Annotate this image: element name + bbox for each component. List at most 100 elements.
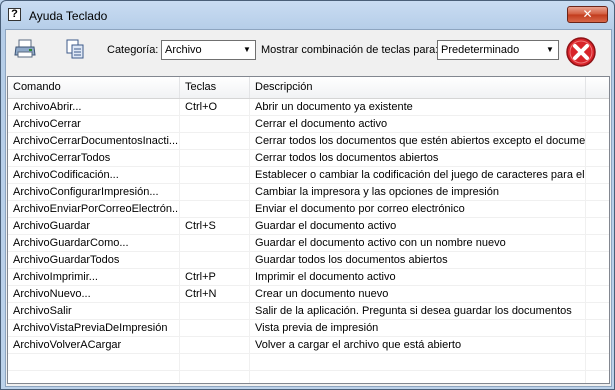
- row-divider: [8, 268, 609, 269]
- title-bar[interactable]: ? Ayuda Teclado ✕: [1, 1, 614, 29]
- keys-cell: [180, 337, 250, 354]
- description-cell: Cambiar la impresora y las opciones de i…: [255, 186, 499, 198]
- column-header-description[interactable]: Descripción: [250, 77, 586, 98]
- description-cell: Guardar el documento activo con un nombr…: [255, 237, 506, 249]
- command-cell: ArchivoCerrarDocumentosInacti...: [13, 135, 179, 147]
- command-cell: ArchivoSalir: [13, 305, 72, 317]
- keys-cell: Ctrl+O: [185, 101, 218, 113]
- copy-icon[interactable]: [62, 37, 88, 61]
- row-divider: [8, 183, 609, 184]
- description-cell: Salir de la aplicación. Pregunta si dese…: [255, 305, 572, 317]
- description-cell: Guardar todos los documentos abiertos: [255, 254, 448, 266]
- row-divider: [8, 115, 609, 116]
- show-combo-select[interactable]: Predeterminado ▼: [437, 40, 559, 60]
- description-cell: Volver a cargar el archivo que está abie…: [255, 339, 462, 351]
- show-combo-label: Mostrar combinación de teclas para:: [261, 44, 439, 56]
- description-cell: Enviar el documento por correo electróni…: [255, 203, 465, 215]
- table-row[interactable]: ArchivoGuardarTodos Guardar todos los doc…: [8, 252, 609, 269]
- command-cell: ArchivoGuardarComo...: [13, 237, 129, 249]
- keys-cell: [180, 303, 250, 320]
- keys-cell: [180, 320, 250, 337]
- keys-cell: [180, 167, 250, 184]
- keys-cell: [180, 116, 250, 133]
- description-cell: Cerrar el documento activo: [255, 118, 388, 130]
- command-cell: ArchivoGuardarTodos: [13, 254, 120, 266]
- row-divider: [8, 353, 609, 354]
- toolbar: Categoría: Archivo ▼ Mostrar combinación…: [6, 30, 611, 70]
- command-cell: ArchivoCerrarTodos: [13, 152, 111, 164]
- table-row[interactable]: ArchivoCerrarDocumentosInacti... Cerrar t…: [8, 133, 609, 150]
- table-row[interactable]: ArchivoVolverACargar Volver a cargar el a…: [8, 337, 609, 354]
- command-cell: ArchivoVolverACargar: [13, 339, 122, 351]
- table-row[interactable]: ArchivoNuevo... Ctrl+N Crear un documento …: [8, 286, 609, 303]
- category-label: Categoría:: [107, 44, 159, 56]
- table-row[interactable]: ArchivoAbrir... Ctrl+O Abrir un documento …: [8, 99, 609, 116]
- row-divider: [8, 336, 609, 337]
- row-divider: [8, 234, 609, 235]
- row-divider: [8, 217, 609, 218]
- description-cell: Crear un documento nuevo: [255, 288, 389, 300]
- description-cell: Establecer o cambiar la codificación del…: [255, 169, 586, 181]
- command-cell: ArchivoImprimir...: [13, 271, 98, 283]
- keys-cell: Ctrl+S: [185, 220, 216, 232]
- list-header: Comando Teclas Descripción: [8, 77, 609, 99]
- red-x-close-icon[interactable]: [565, 36, 597, 68]
- chevron-down-icon: ▼: [243, 45, 251, 54]
- table-row[interactable]: ArchivoEnviarPorCorreoElectrón... Enviar …: [8, 201, 609, 218]
- description-cell: Abrir un documento ya existente: [255, 101, 413, 113]
- keys-cell: Ctrl+N: [185, 288, 217, 300]
- command-cell: ArchivoCodificación...: [13, 169, 119, 181]
- window-close-button[interactable]: ✕: [567, 6, 608, 23]
- chevron-down-icon: ▼: [546, 45, 554, 54]
- row-divider: [8, 302, 609, 303]
- table-row[interactable]: ArchivoCerrar Cerrar el documento activo: [8, 116, 609, 133]
- table-row[interactable]: ArchivoVistaPreviaDeImpresión Vista previ…: [8, 320, 609, 337]
- category-select-value: Archivo: [165, 44, 202, 56]
- keys-cell: [180, 150, 250, 167]
- row-divider: [8, 319, 609, 320]
- command-cell: ArchivoNuevo...: [13, 288, 91, 300]
- show-combo-select-value: Predeterminado: [441, 44, 520, 56]
- column-divider: [249, 99, 250, 383]
- description-cell: Imprimir el documento activo: [255, 271, 396, 283]
- keys-cell: [180, 252, 250, 269]
- window-title: Ayuda Teclado: [29, 9, 108, 23]
- description-cell: Vista previa de impresión: [255, 322, 379, 334]
- column-divider: [179, 99, 180, 383]
- column-header-keys[interactable]: Teclas: [180, 77, 250, 98]
- printer-icon[interactable]: [12, 37, 38, 61]
- column-header-command[interactable]: Comando: [8, 77, 180, 98]
- help-icon: ?: [8, 8, 21, 21]
- command-cell: ArchivoVistaPreviaDeImpresión: [13, 322, 168, 334]
- shortcut-list[interactable]: Comando Teclas Descripción ArchivoAbrir.…: [7, 76, 610, 384]
- table-row[interactable]: ArchivoImprimir... Ctrl+P Imprimir el docu…: [8, 269, 609, 286]
- table-row[interactable]: ArchivoConfigurarImpresión... Cambiar la …: [8, 184, 609, 201]
- description-cell: Guardar el documento activo: [255, 220, 397, 232]
- command-cell: ArchivoAbrir...: [13, 101, 82, 113]
- keys-cell: [180, 201, 250, 218]
- column-header-filler: [586, 77, 609, 98]
- keys-cell: [180, 133, 250, 150]
- table-row[interactable]: ArchivoGuardar Ctrl+S Guardar el documento…: [8, 218, 609, 235]
- table-row[interactable]: ArchivoCerrarTodos Cerrar todos los docum…: [8, 150, 609, 167]
- row-divider: [8, 132, 609, 133]
- dialog-client: Categoría: Archivo ▼ Mostrar combinación…: [5, 29, 612, 387]
- command-cell: ArchivoGuardar: [13, 220, 91, 232]
- column-divider: [585, 99, 586, 383]
- command-cell: ArchivoCerrar: [13, 118, 81, 130]
- keys-cell: Ctrl+P: [185, 271, 216, 283]
- row-divider: [8, 149, 609, 150]
- table-row[interactable]: ArchivoSalir Salir de la aplicación. Preg…: [8, 303, 609, 320]
- table-row[interactable]: ArchivoCodificación... Establecer o cambi…: [8, 167, 609, 184]
- keyboard-help-window: ? Ayuda Teclado ✕ Categoría: Archivo ▼ M…: [0, 0, 615, 390]
- row-divider: [8, 200, 609, 201]
- command-cell: ArchivoConfigurarImpresión...: [13, 186, 159, 198]
- row-divider: [8, 251, 609, 252]
- description-cell: Cerrar todos los documentos abiertos: [255, 152, 439, 164]
- keys-cell: [180, 235, 250, 252]
- row-divider: [8, 370, 609, 371]
- keys-cell: [180, 184, 250, 201]
- description-cell: Cerrar todos los documentos que estén ab…: [255, 135, 586, 147]
- table-row[interactable]: ArchivoGuardarComo... Guardar el document…: [8, 235, 609, 252]
- category-select[interactable]: Archivo ▼: [161, 40, 256, 60]
